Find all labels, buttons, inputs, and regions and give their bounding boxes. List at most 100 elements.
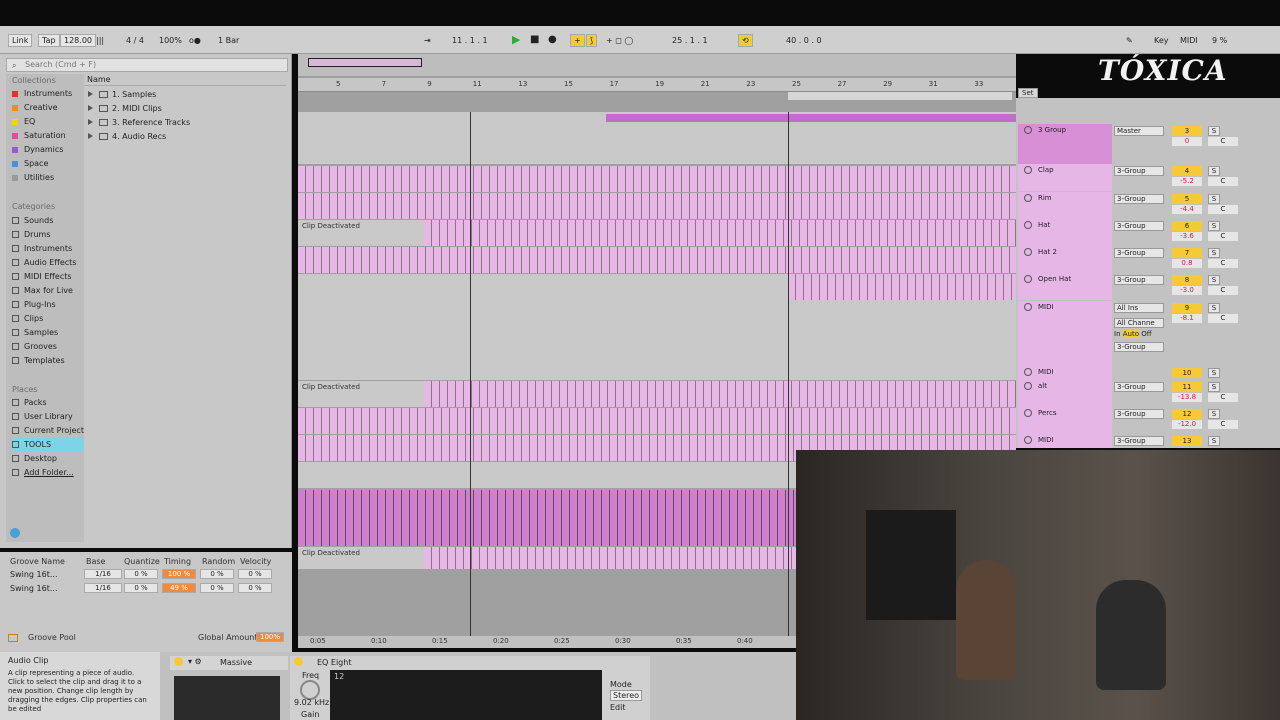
folder-reference-tracks[interactable]: 3. Reference Tracks [88, 116, 190, 129]
place-desktop[interactable]: Desktop [12, 452, 86, 465]
metronome-icon[interactable]: ||| [92, 34, 108, 47]
volume-field[interactable]: -4.4 [1172, 205, 1202, 214]
category-midi-effects[interactable]: MIDI Effects [12, 270, 86, 283]
overdub-icon[interactable]: + [570, 34, 585, 47]
set-button[interactable]: Set [1018, 88, 1038, 98]
category-instruments[interactable]: Instruments [12, 242, 86, 255]
category-max-for-live[interactable]: Max for Live [12, 284, 86, 297]
mixer-track-2[interactable]: Rim 3-Group 5 S -4.4 C [1016, 192, 1280, 219]
fold-icon[interactable] [1024, 303, 1032, 311]
category-templates[interactable]: Templates [12, 354, 86, 367]
fold-icon[interactable] [1024, 436, 1032, 444]
track-activator[interactable]: 12 [1172, 409, 1202, 419]
collection-space[interactable]: Space [12, 157, 86, 170]
pan-field[interactable]: C [1208, 137, 1238, 146]
volume-field[interactable]: 0.8 [1172, 259, 1202, 268]
time-signature[interactable]: 4 / 4 [122, 34, 148, 47]
volume-field[interactable]: -13.8 [1172, 393, 1202, 402]
volume-field[interactable]: -12.0 [1172, 420, 1202, 429]
track-lane[interactable]: Clip Deactivated [298, 547, 796, 569]
track-lane[interactable] [298, 274, 1016, 300]
pan-field[interactable]: C [1208, 259, 1238, 268]
output-routing[interactable]: 3-Group [1114, 194, 1164, 204]
monitor-in-button[interactable]: In [1114, 330, 1121, 338]
power-icon[interactable] [174, 657, 183, 666]
output-routing[interactable]: Master [1114, 126, 1164, 136]
folder-samples[interactable]: 1. Samples [88, 88, 156, 101]
place-packs[interactable]: Packs [12, 396, 86, 409]
track-activator[interactable]: 4 [1172, 166, 1202, 176]
volume-field[interactable]: 0 [1172, 137, 1202, 146]
preview-icon[interactable] [10, 528, 20, 538]
collection-saturation[interactable]: Saturation [12, 129, 86, 142]
track-lane[interactable] [298, 408, 1016, 434]
track-activator[interactable]: 13 [1172, 436, 1202, 446]
midi-output-select[interactable]: 3-Group [1114, 342, 1164, 352]
beat-ruler[interactable]: 5 7 9 11 13 15 17 19 21 23 25 27 29 31 33 [298, 78, 1016, 92]
loop-switch-icon[interactable]: ⟲ [738, 34, 753, 47]
solo-button[interactable]: S [1208, 126, 1220, 136]
collection-instruments[interactable]: Instruments [12, 87, 86, 100]
category-audio-effects[interactable]: Audio Effects [12, 256, 86, 269]
record-quantize-icon[interactable]: o● [185, 34, 205, 47]
key-map-button[interactable]: Key [1150, 34, 1173, 47]
solo-button[interactable]: S [1208, 194, 1220, 204]
midi-channel-select[interactable]: All Channe [1114, 318, 1164, 328]
mixer-track-3[interactable]: Hat 3-Group 6 S -3.6 C [1016, 219, 1280, 246]
power-icon[interactable] [294, 657, 303, 666]
fold-icon[interactable] [1024, 248, 1032, 256]
mixer-track-1[interactable]: Clap 3-Group 4 S -5.2 C [1016, 164, 1280, 191]
name-column-header[interactable]: Name [84, 74, 286, 86]
session-record-icon[interactable]: + ◻ ◯ [602, 34, 637, 47]
zoom-field[interactable]: 100% [155, 34, 186, 47]
volume-field[interactable]: -8.1 [1172, 314, 1202, 323]
pan-field[interactable]: C [1208, 314, 1238, 323]
solo-button[interactable]: S [1208, 382, 1220, 392]
output-routing[interactable]: 3-Group [1114, 275, 1164, 285]
track-activator[interactable]: 8 [1172, 275, 1202, 285]
device-fold-icon[interactable]: ▾ ⚙ [188, 657, 202, 666]
place-user-library[interactable]: User Library [12, 410, 86, 423]
groove-pool-icon[interactable] [8, 634, 18, 642]
fold-icon[interactable] [1024, 126, 1032, 134]
folder-audio-recs[interactable]: 4. Audio Recs [88, 130, 166, 143]
fold-icon[interactable] [1024, 382, 1032, 390]
track-lane[interactable]: Clip Deactivated [298, 220, 1016, 246]
fold-icon[interactable] [1024, 409, 1032, 417]
collection-creative[interactable]: Creative [12, 101, 86, 114]
global-amount-field[interactable]: 100% [256, 632, 284, 642]
automation-arm-icon[interactable]: ⟆ [586, 34, 598, 47]
play-icon[interactable]: ▶ [508, 34, 524, 47]
overview-selection[interactable] [308, 58, 422, 67]
track-lane[interactable] [298, 300, 1016, 380]
solo-button[interactable]: S [1208, 436, 1220, 446]
fold-icon[interactable] [1024, 166, 1032, 174]
freq-knob[interactable] [300, 680, 320, 700]
browser-search-input[interactable]: ⌕ Search (Cmd + F) [6, 58, 288, 72]
pan-field[interactable]: C [1208, 393, 1238, 402]
track-activator[interactable]: 5 [1172, 194, 1202, 204]
solo-button[interactable]: S [1208, 409, 1220, 419]
loop-start[interactable]: 25 . 1 . 1 [668, 34, 712, 47]
track-lane[interactable] [298, 193, 1016, 219]
solo-button[interactable]: S [1208, 303, 1220, 313]
mixer-track-0[interactable]: 3 Group Master 3 S 0 C [1016, 124, 1280, 164]
solo-button[interactable]: S [1208, 275, 1220, 285]
mixer-track-10[interactable]: MIDI 3-Group 13 S [1016, 434, 1280, 448]
freq-value[interactable]: 9.02 kHz [294, 698, 329, 707]
collection-eq[interactable]: EQ [12, 115, 86, 128]
edit-label[interactable]: Edit [610, 703, 626, 712]
groove-row[interactable]: Swing 16t... 1/16 0 % 100 % 0 % 0 % [0, 569, 292, 581]
category-sounds[interactable]: Sounds [12, 214, 86, 227]
track-activator[interactable]: 10 [1172, 368, 1202, 378]
pan-field[interactable]: C [1208, 286, 1238, 295]
track-lane[interactable] [298, 462, 796, 488]
place-current-project[interactable]: Current Project [12, 424, 86, 437]
song-position[interactable]: 11 . 1 . 1 [448, 34, 492, 47]
pan-field[interactable]: C [1208, 420, 1238, 429]
output-routing[interactable]: All Ins [1114, 303, 1164, 313]
loop-length[interactable]: 40 . 0 . 0 [782, 34, 826, 47]
eq-display[interactable]: 12 [330, 670, 602, 720]
category-clips[interactable]: Clips [12, 312, 86, 325]
output-routing[interactable]: 3-Group [1114, 382, 1164, 392]
